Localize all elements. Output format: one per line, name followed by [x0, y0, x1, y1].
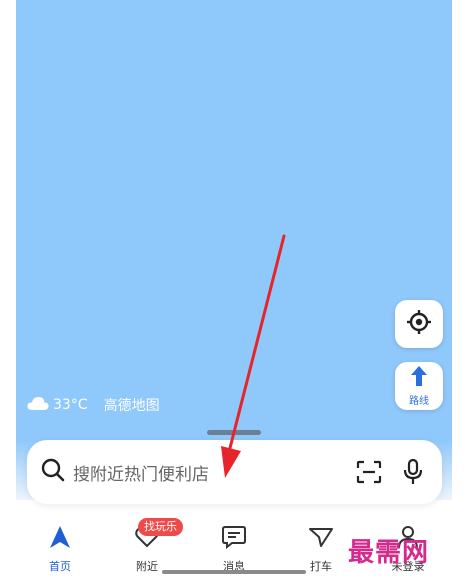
tab-messages[interactable]: 消息 — [204, 520, 264, 576]
route-label: 路线 — [409, 396, 429, 407]
map-provider-label: 高德地图 — [103, 398, 160, 414]
map-view[interactable] — [16, 0, 452, 500]
route-button[interactable]: 路线 — [395, 362, 443, 410]
mic-icon[interactable] — [398, 457, 428, 487]
drag-handle[interactable] — [207, 430, 261, 435]
watermark: 最需网 — [348, 538, 430, 568]
weather-widget[interactable]: 33°C 高德地图 — [27, 394, 160, 416]
search-input[interactable]: 搜附近热门便利店 — [73, 460, 340, 485]
tab-taxi[interactable]: 打车 — [291, 520, 351, 576]
home-indicator — [162, 570, 306, 574]
route-arrow-icon — [409, 365, 429, 391]
locate-icon — [406, 309, 432, 339]
scan-icon[interactable] — [354, 457, 384, 487]
home-arrow-icon — [47, 524, 73, 550]
search-icon — [41, 458, 65, 486]
tab-nearby-label: 附近 — [136, 560, 158, 573]
tab-home[interactable]: 首页 — [30, 520, 90, 576]
taxi-icon — [308, 524, 334, 550]
nearby-badge: 找玩乐 — [138, 518, 183, 536]
search-bar[interactable]: 搜附近热门便利店 — [27, 440, 442, 504]
cloud-icon — [27, 395, 49, 415]
locate-button[interactable] — [395, 300, 443, 348]
message-icon — [221, 524, 247, 550]
weather-temperature: 33°C — [53, 397, 88, 413]
tab-home-label: 首页 — [49, 560, 71, 573]
tab-taxi-label: 打车 — [310, 560, 332, 573]
